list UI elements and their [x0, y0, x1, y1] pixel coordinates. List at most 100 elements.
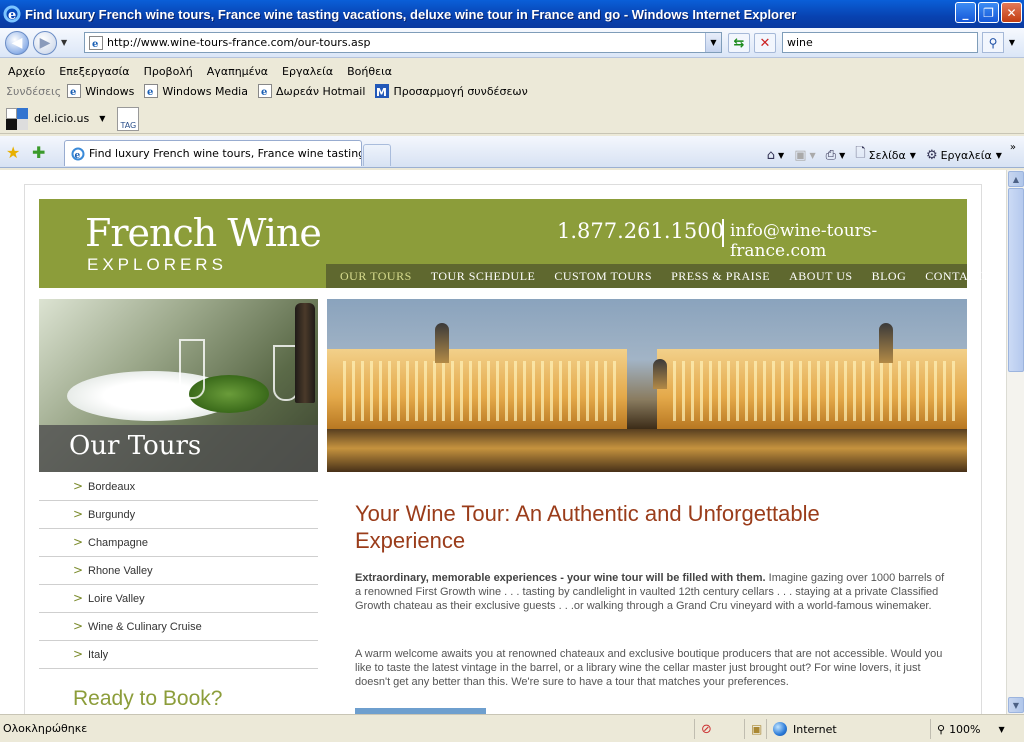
tag-button[interactable]: TAG — [117, 106, 140, 131]
add-favorites-icon[interactable]: ✚ — [32, 143, 45, 162]
refresh-button[interactable]: ⇆ — [728, 33, 750, 53]
sidebar-item-label: Rhone Valley — [88, 565, 153, 577]
home-icon: ⌂ — [766, 147, 776, 163]
maximize-button[interactable]: ❐ — [978, 2, 999, 23]
link-windows-media[interactable]: e Windows Media — [144, 84, 248, 98]
nav-tour-schedule[interactable]: TOUR SCHEDULE — [431, 269, 536, 284]
links-label: Συνδέσεις — [6, 84, 62, 98]
protected-mode-cell[interactable]: ▣ — [744, 719, 766, 739]
link-windows[interactable]: e Windows — [67, 84, 134, 98]
menu-favorites[interactable]: Αγαπημένα — [207, 65, 268, 78]
page-menu-button[interactable]: 🗋 Σελίδα ▼ — [855, 144, 916, 166]
minimize-button[interactable]: _ — [955, 2, 976, 23]
feeds-button[interactable]: ▣ ▼ — [794, 148, 815, 163]
lock-icon: ▣ — [751, 722, 763, 736]
sidebar-item-bordeaux[interactable]: > Bordeaux — [39, 473, 318, 501]
forward-arrow-icon: ▶ — [39, 34, 51, 51]
ie-page-icon: e — [257, 84, 272, 98]
svg-text:e: e — [75, 151, 81, 161]
status-text: Ολοκληρώθηκε — [3, 722, 88, 735]
dome-shape — [879, 323, 893, 363]
history-dropdown-icon[interactable]: ▼ — [61, 38, 73, 47]
sidebar-item-italy[interactable]: > Italy — [39, 641, 318, 669]
svg-text:e: e — [92, 39, 98, 50]
sidebar-item-label: Wine & Culinary Cruise — [88, 621, 202, 633]
zoom-cell[interactable]: ⚲ 100% ▼ — [930, 719, 1024, 739]
svg-text:M: M — [376, 86, 387, 98]
new-tab-button[interactable] — [363, 144, 391, 166]
nav-press-praise[interactable]: PRESS & PRAISE — [671, 269, 770, 284]
link-customize-links[interactable]: M Προσαρμογή συνδέσεων — [375, 84, 528, 98]
print-button[interactable]: ⎙ ▼ — [826, 148, 846, 163]
address-dropdown-icon[interactable]: ▼ — [705, 33, 721, 52]
search-input[interactable]: wine — [782, 32, 978, 53]
address-url[interactable]: http://www.wine-tours-france.com/our-tou… — [107, 36, 371, 49]
back-button[interactable]: ◀ — [5, 30, 29, 55]
welcome-paragraph: A warm welcome awaits you at renowned ch… — [355, 648, 943, 688]
email-link[interactable]: info@wine-tours-france.com — [730, 221, 967, 261]
menu-edit[interactable]: Επεξεργασία — [59, 65, 129, 78]
svg-text:e: e — [147, 87, 153, 98]
sidebar-item-wine-culinary-cruise[interactable]: > Wine & Culinary Cruise — [39, 613, 318, 641]
scroll-down-icon[interactable]: ▼ — [1008, 697, 1024, 713]
zoom-dropdown-icon[interactable]: ▼ — [999, 725, 1005, 734]
page-icon: 🗋 — [855, 146, 866, 161]
scroll-up-icon[interactable]: ▲ — [1008, 171, 1024, 187]
ie-page-icon: e — [67, 84, 82, 98]
scroll-thumb[interactable] — [1008, 188, 1024, 372]
delicious-label[interactable]: del.icio.us — [34, 112, 89, 125]
nav-blog[interactable]: BLOG — [872, 269, 907, 284]
delicious-toolbar: del.icio.us ▼ TAG — [0, 104, 1024, 134]
svg-text:e: e — [70, 87, 76, 98]
nav-our-tours[interactable]: OUR TOURS — [340, 269, 412, 284]
vertical-scrollbar[interactable]: ▲ ▼ — [1006, 170, 1024, 714]
page-icon: e — [89, 35, 103, 50]
menu-tools[interactable]: Εργαλεία — [282, 65, 333, 78]
logo-line1[interactable]: French Wine — [85, 213, 322, 253]
sidebar-item-burgundy[interactable]: > Burgundy — [39, 501, 318, 529]
address-toolbar: ◀ ▶ ▼ e http://www.wine-tours-france.com… — [0, 28, 1024, 58]
tools-menu-label: Εργαλεία — [940, 148, 992, 162]
tab-active[interactable]: e Find luxury French wine tours, France … — [64, 140, 362, 166]
chevron-right-icon: > — [73, 563, 84, 577]
sidebar-item-champagne[interactable]: > Champagne — [39, 529, 318, 557]
menu-bar: Αρχείο Επεξεργασία Προβολή Αγαπημένα Εργ… — [0, 60, 1024, 82]
sidebar-item-loire-valley[interactable]: > Loire Valley — [39, 585, 318, 613]
menu-view[interactable]: Προβολή — [144, 65, 193, 78]
site-header: French Wine EXPLORERS 1.877.261.1500 inf… — [39, 199, 1004, 288]
chevron-more-icon[interactable]: » — [1010, 142, 1016, 153]
intro-paragraph: Extraordinary, memorable experiences - y… — [355, 571, 945, 613]
search-button[interactable]: ⚲ — [982, 32, 1004, 53]
favorites-star-icon[interactable]: ★ — [6, 143, 20, 162]
zoom-icon: ⚲ — [937, 722, 946, 736]
address-bar[interactable]: e http://www.wine-tours-france.com/our-t… — [84, 32, 722, 53]
tools-menu-button[interactable]: ⚙ Εργαλεία ▼ — [926, 148, 1002, 163]
tab-row: ★ ✚ e Find luxury French wine tours, Fra… — [0, 136, 1024, 168]
delicious-icon[interactable] — [6, 107, 28, 130]
menu-file[interactable]: Αρχείο — [8, 65, 45, 78]
forward-button[interactable]: ▶ — [33, 30, 57, 55]
nav-custom-tours[interactable]: CUSTOM TOURS — [554, 269, 652, 284]
main-nav: OUR TOURS TOUR SCHEDULE CUSTOM TOURS PRE… — [326, 264, 1004, 288]
delicious-dropdown-icon[interactable]: ▼ — [99, 114, 105, 123]
link-label: Προσαρμογή συνδέσεων — [393, 84, 528, 98]
nav-contact-us[interactable]: CONTACT US — [925, 269, 1004, 284]
sidebar-item-label: Italy — [88, 649, 109, 661]
search-options-icon[interactable]: ▼ — [1005, 32, 1019, 53]
close-button[interactable]: ✕ — [1001, 2, 1022, 23]
zone-cell[interactable]: Internet — [766, 719, 926, 739]
header-divider — [722, 219, 724, 247]
nav-about-us[interactable]: ABOUT US — [789, 269, 852, 284]
sidebar-item-rhone-valley[interactable]: > Rhone Valley — [39, 557, 318, 585]
privacy-cell[interactable]: ⊘ — [694, 719, 744, 739]
link-hotmail[interactable]: e Δωρεάν Hotmail — [257, 84, 365, 98]
banner-label: Our Tours — [69, 431, 202, 461]
sidebar-item-label: Champagne — [88, 537, 148, 549]
home-button[interactable]: ⌂ ▼ — [767, 148, 784, 163]
menu-help[interactable]: Βοήθεια — [347, 65, 392, 78]
zoom-level: 100% — [949, 722, 981, 736]
stop-button[interactable]: ✕ — [754, 33, 776, 53]
status-bar: Ολοκληρώθηκε ⊘ ▣ Internet ⚲ 100% ▼ — [0, 714, 1024, 742]
hero-photo-bordeaux — [327, 299, 967, 472]
logo-line2[interactable]: EXPLORERS — [87, 255, 227, 275]
